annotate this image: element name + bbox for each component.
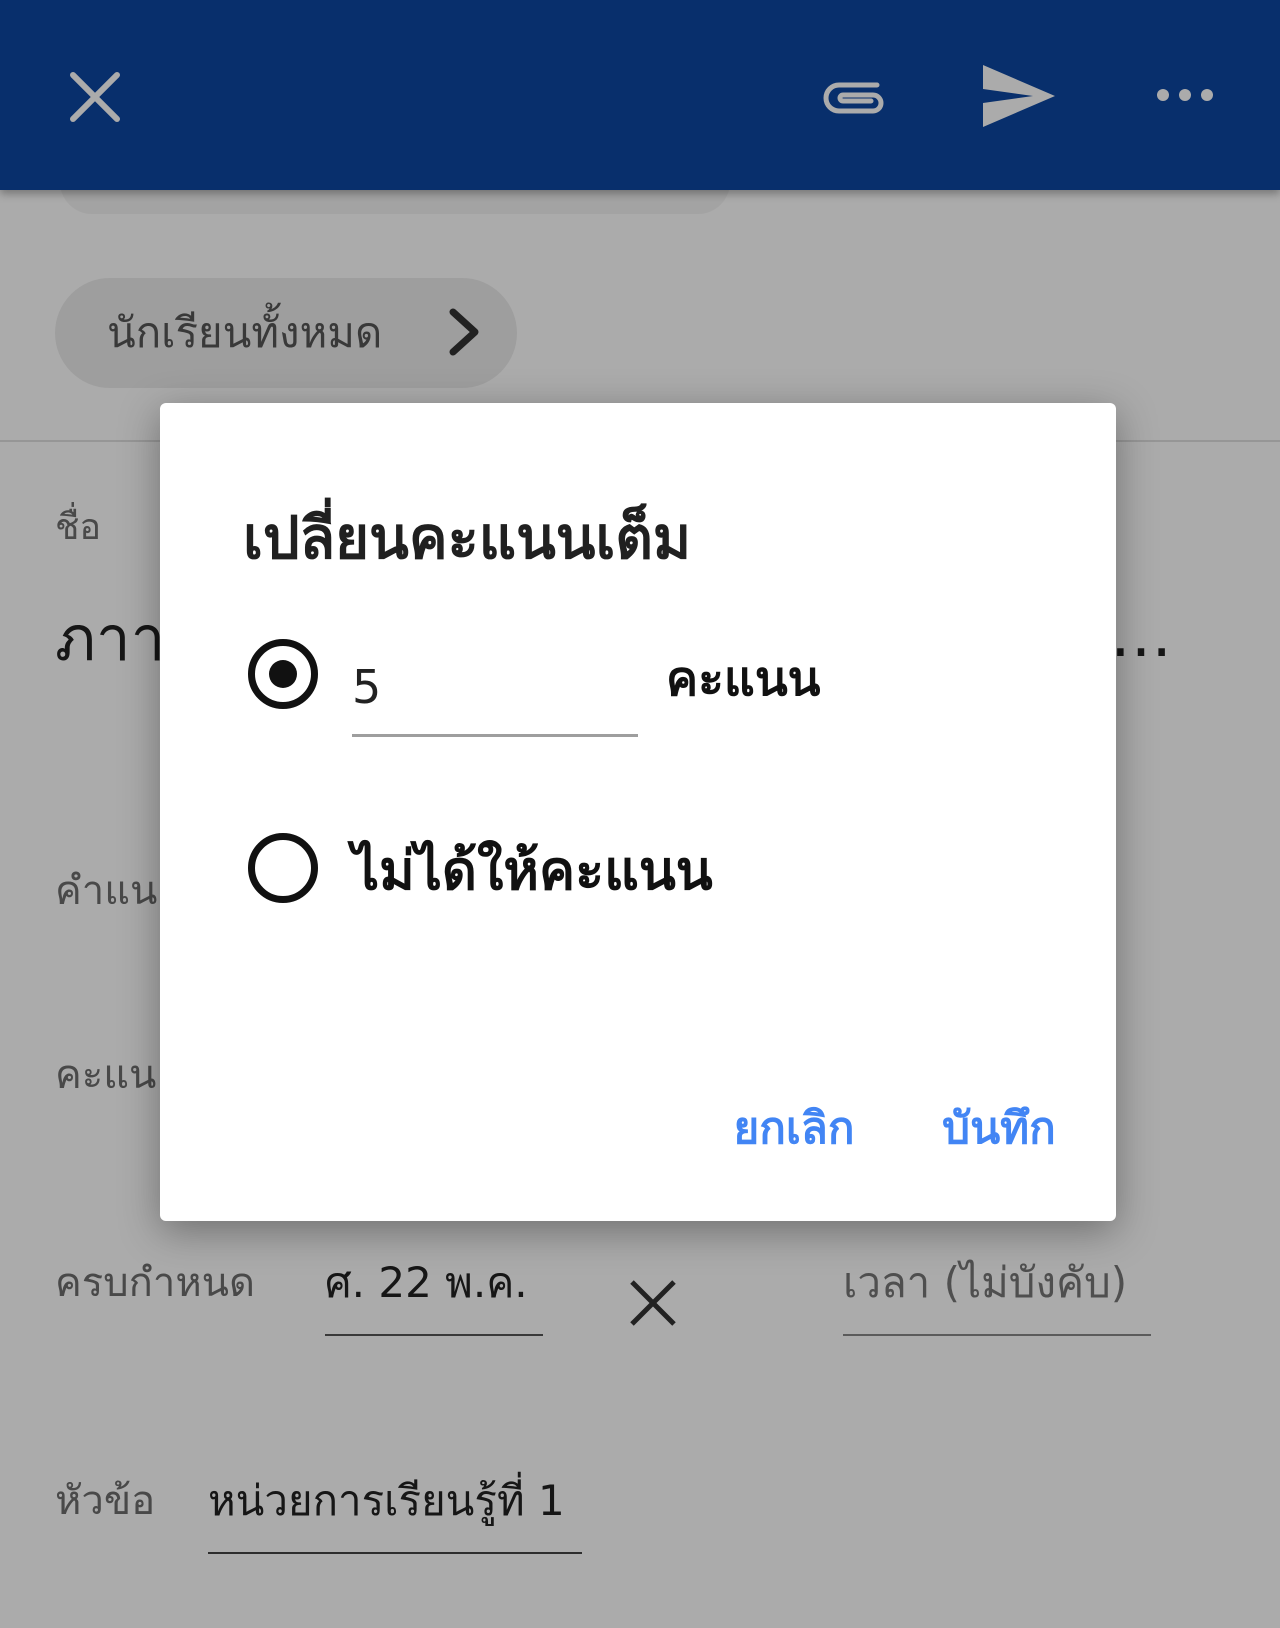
points-unit-label: คะแนน: [666, 651, 821, 707]
points-radio[interactable]: [248, 639, 318, 709]
cancel-button[interactable]: ยกเลิก: [720, 1083, 868, 1173]
points-input[interactable]: [352, 639, 638, 737]
change-points-dialog: เปลี่ยนคะแนนเต็ม คะแนน ไม่ได้ให้คะแนน ยก…: [160, 403, 1116, 1221]
ungraded-label[interactable]: ไม่ได้ให้คะแนน: [352, 827, 713, 913]
ungraded-radio[interactable]: [248, 833, 318, 903]
dialog-title: เปลี่ยนคะแนนเต็ม: [243, 504, 692, 572]
save-button[interactable]: บันทึก: [930, 1083, 1068, 1173]
